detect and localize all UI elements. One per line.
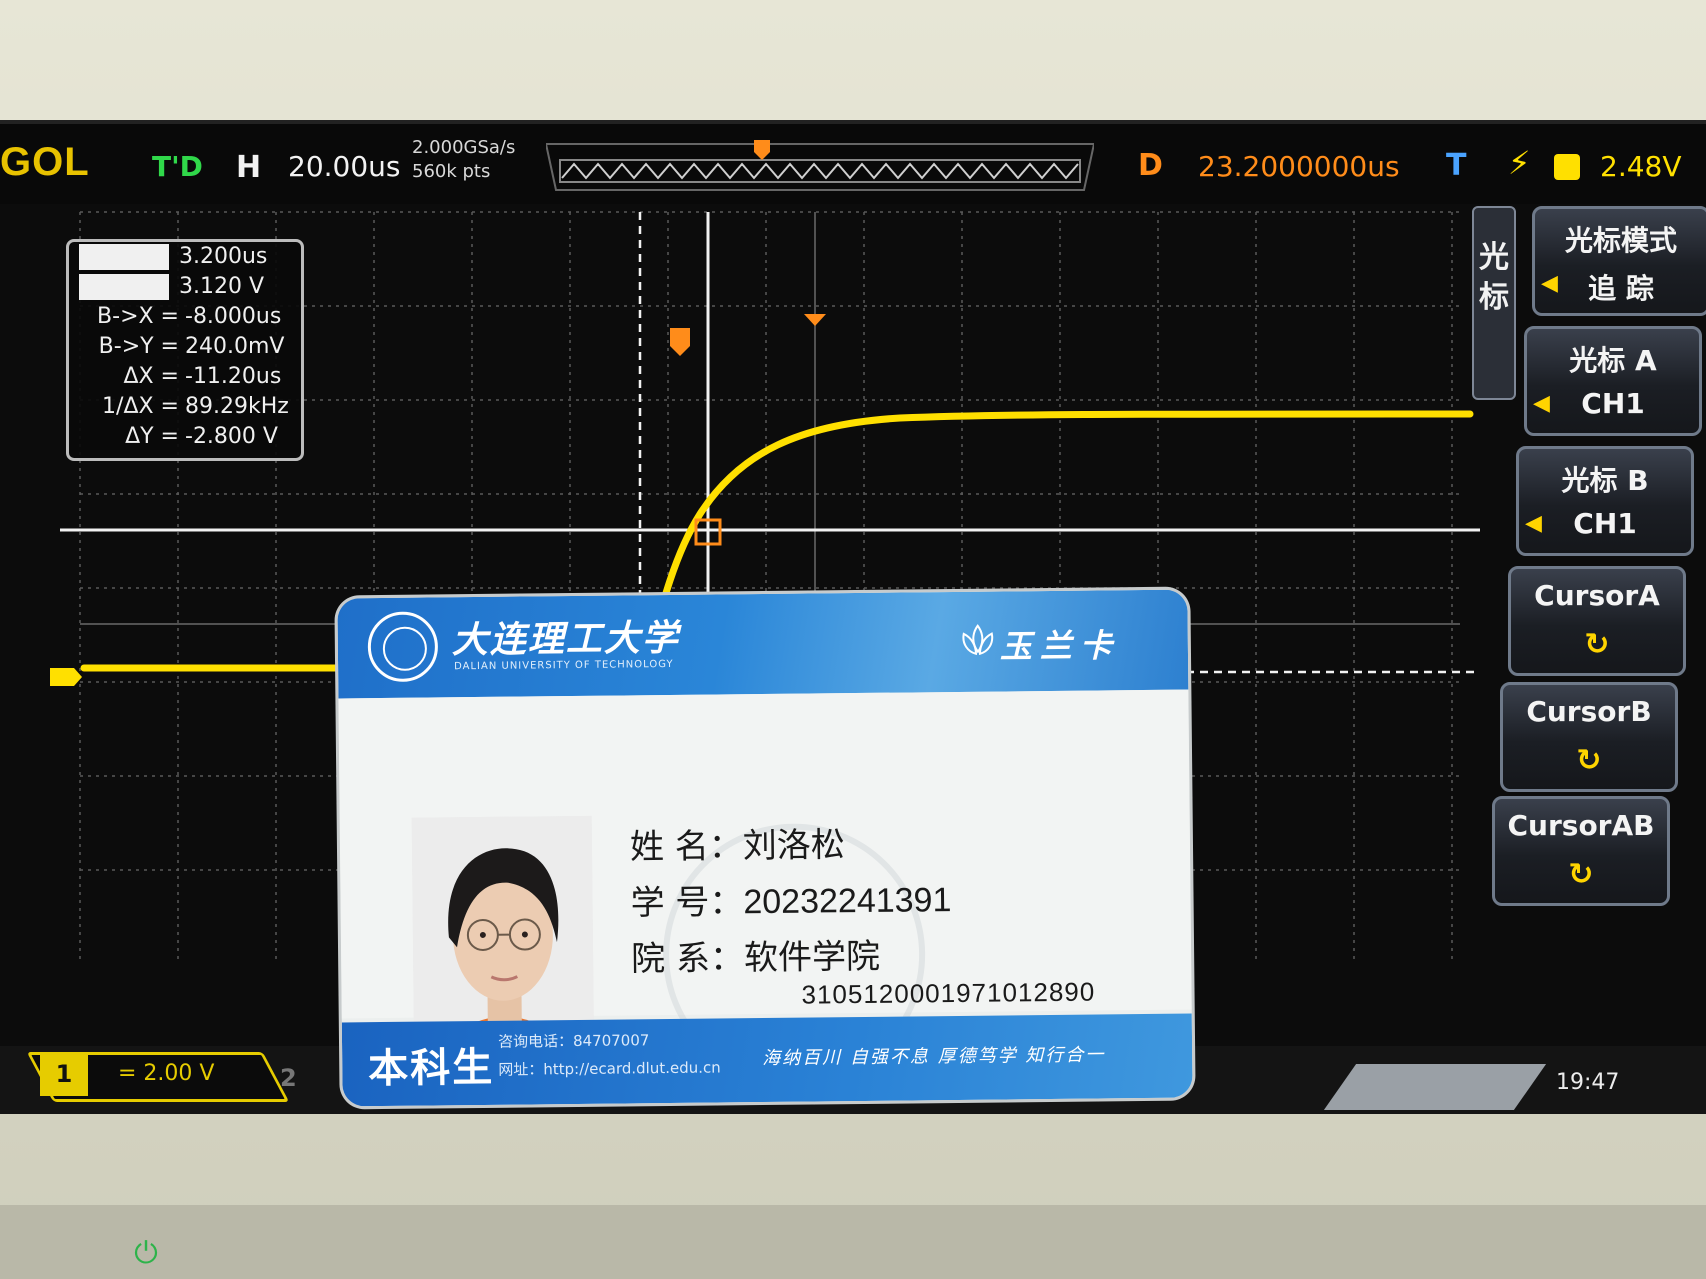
delay-value[interactable]: 23.2000000us	[1198, 150, 1400, 183]
card-url: 网址：http://ecard.dlut.edu.cn	[498, 1058, 721, 1079]
student-id-row: 学 号：20232241391	[630, 872, 951, 924]
readout-row-ax: 3.200us	[69, 242, 301, 272]
ch2-number[interactable]: 2	[280, 1064, 297, 1092]
brand-logo: GOL	[0, 140, 90, 184]
cursor-mode-button[interactable]: 光标模式 ◀ 追 踪	[1532, 206, 1706, 316]
department-row: 院 系：软件学院	[631, 929, 880, 981]
memory-depth: 560k pts	[412, 161, 491, 182]
menu-button-value: CH1	[1581, 387, 1645, 420]
cursor-readout-panel: 3.200us 3.120 V B->X = -8.000us B->Y = 2…	[66, 239, 304, 461]
menu-button-label: CursorB	[1526, 695, 1652, 728]
readout-row-bx: B->X = -8.000us	[69, 302, 301, 332]
readout-key: ΔX =	[123, 364, 179, 389]
menu-title: 光标	[1472, 206, 1516, 400]
readout-row-by: B->Y = 240.0mV	[69, 332, 301, 362]
menu-button-label: CursorA	[1534, 579, 1660, 612]
sample-rate: 2.000GSa/s	[412, 137, 516, 158]
menu-button-label: 光标模式	[1564, 224, 1677, 257]
menu-button-label: 光标 B	[1561, 464, 1649, 497]
acquisition-info: 2.000GSa/s 560k pts	[412, 136, 515, 184]
power-icon[interactable]: ⏻	[130, 1238, 162, 1270]
readout-row-ay: 3.120 V	[69, 272, 301, 302]
rising-edge-icon: ⚡	[1508, 144, 1531, 182]
run-state-indicator[interactable]: T'D	[152, 150, 203, 183]
university-seal-icon	[367, 611, 439, 683]
trigger-level-value[interactable]: 2.48V	[1600, 150, 1682, 183]
student-id-card: 大连理工大学 DALIAN UNIVERSITY OF TECHNOLOGY 玉…	[337, 589, 1193, 1107]
rotate-knob-icon: ↻	[1584, 627, 1610, 662]
trigger-position-marker	[670, 328, 690, 356]
menu-button-value: 追 踪	[1588, 272, 1654, 305]
readout-row-dx: ΔX = -11.20us	[69, 362, 301, 392]
readout-value: -2.800 V	[185, 424, 278, 449]
field-value: 软件学院	[743, 936, 881, 979]
field-label: 院 系：	[630, 938, 745, 980]
readout-key: B->X =	[97, 304, 179, 329]
menu-title-text: 光标	[1479, 240, 1509, 315]
readout-value: 89.29kHz	[185, 394, 289, 419]
ch1-scale[interactable]: = 2.00 V	[118, 1061, 214, 1086]
card-body: 姓 名：刘洛松 学 号：20232241391 院 系：软件学院	[338, 689, 1192, 1088]
delay-marker	[804, 314, 826, 326]
delay-label: D	[1138, 148, 1163, 183]
cursor-b-source-button[interactable]: 光标 B ◀ CH1	[1516, 446, 1694, 556]
cursor-menu: 光标 光标模式 ◀ 追 踪 光标 A ◀ CH1 光标 B ◀ CH1 Curs…	[1470, 196, 1706, 1096]
memory-waveform-overview[interactable]	[546, 134, 1094, 196]
readout-mask	[79, 274, 169, 300]
readout-mask	[79, 244, 169, 270]
menu-button-value: CH1	[1573, 507, 1637, 540]
readout-row-freq: 1/ΔX = 89.29kHz	[69, 392, 301, 422]
card-footer: 本科生 咨询电话：84707007 网址：http://ecard.dlut.e…	[341, 1013, 1193, 1107]
card-brand: 玉兰卡	[999, 626, 1121, 666]
cursor-b-adjust-button[interactable]: CursorB ↻	[1500, 682, 1678, 792]
field-value: 20232241391	[743, 881, 952, 922]
field-value: 刘洛松	[742, 825, 845, 867]
readout-key: B->Y =	[98, 334, 179, 359]
readout-value: -8.000us	[185, 304, 282, 329]
field-label: 学 号：	[630, 882, 744, 924]
cursor-a-adjust-button[interactable]: CursorA ↻	[1508, 566, 1686, 676]
cursor-a-source-button[interactable]: 光标 A ◀ CH1	[1524, 326, 1702, 436]
trigger-label: T	[1446, 148, 1467, 183]
university-motto: 海纳百川 自强不息 厚德笃学 知行合一	[762, 1044, 1106, 1070]
status-bar: GOL T'D H 20.00us 2.000GSa/s 560k pts D …	[0, 124, 1706, 204]
timebase-value[interactable]: 20.00us	[288, 150, 401, 183]
cursor-ab-adjust-button[interactable]: CursorAB ↻	[1492, 796, 1670, 906]
field-label: 姓 名：	[629, 826, 744, 868]
card-number: 3105120001971012890	[801, 976, 1096, 1010]
front-panel-strip	[0, 1205, 1706, 1279]
readout-row-dy: ΔY = -2.800 V	[69, 422, 301, 452]
readout-value: 3.120 V	[179, 274, 265, 299]
rotate-knob-icon: ↻	[1568, 857, 1594, 892]
name-row: 姓 名：刘洛松	[630, 817, 845, 868]
readout-value: 3.200us	[179, 244, 268, 269]
timebase-label: H	[236, 150, 262, 185]
university-name-en: DALIAN UNIVERSITY OF TECHNOLOGY	[454, 658, 674, 673]
menu-button-label: 光标 A	[1569, 344, 1657, 377]
readout-key: 1/ΔX =	[102, 394, 179, 419]
trigger-source-badge	[1554, 154, 1580, 180]
readout-key: ΔY =	[125, 424, 179, 449]
menu-button-label: CursorAB	[1507, 809, 1655, 842]
ch1-ground-marker	[50, 668, 82, 686]
readout-value: 240.0mV	[185, 334, 285, 359]
rotate-knob-icon: ↻	[1576, 743, 1602, 778]
card-type: 本科生	[368, 1044, 495, 1093]
ch1-number[interactable]: 1	[40, 1052, 88, 1096]
readout-value: -11.20us	[185, 364, 282, 389]
magnolia-flower-icon	[962, 624, 994, 656]
university-name: 大连理工大学	[451, 616, 681, 662]
card-phone: 咨询电话：84707007	[497, 1031, 650, 1051]
card-header: 大连理工大学 DALIAN UNIVERSITY OF TECHNOLOGY 玉…	[337, 589, 1189, 699]
